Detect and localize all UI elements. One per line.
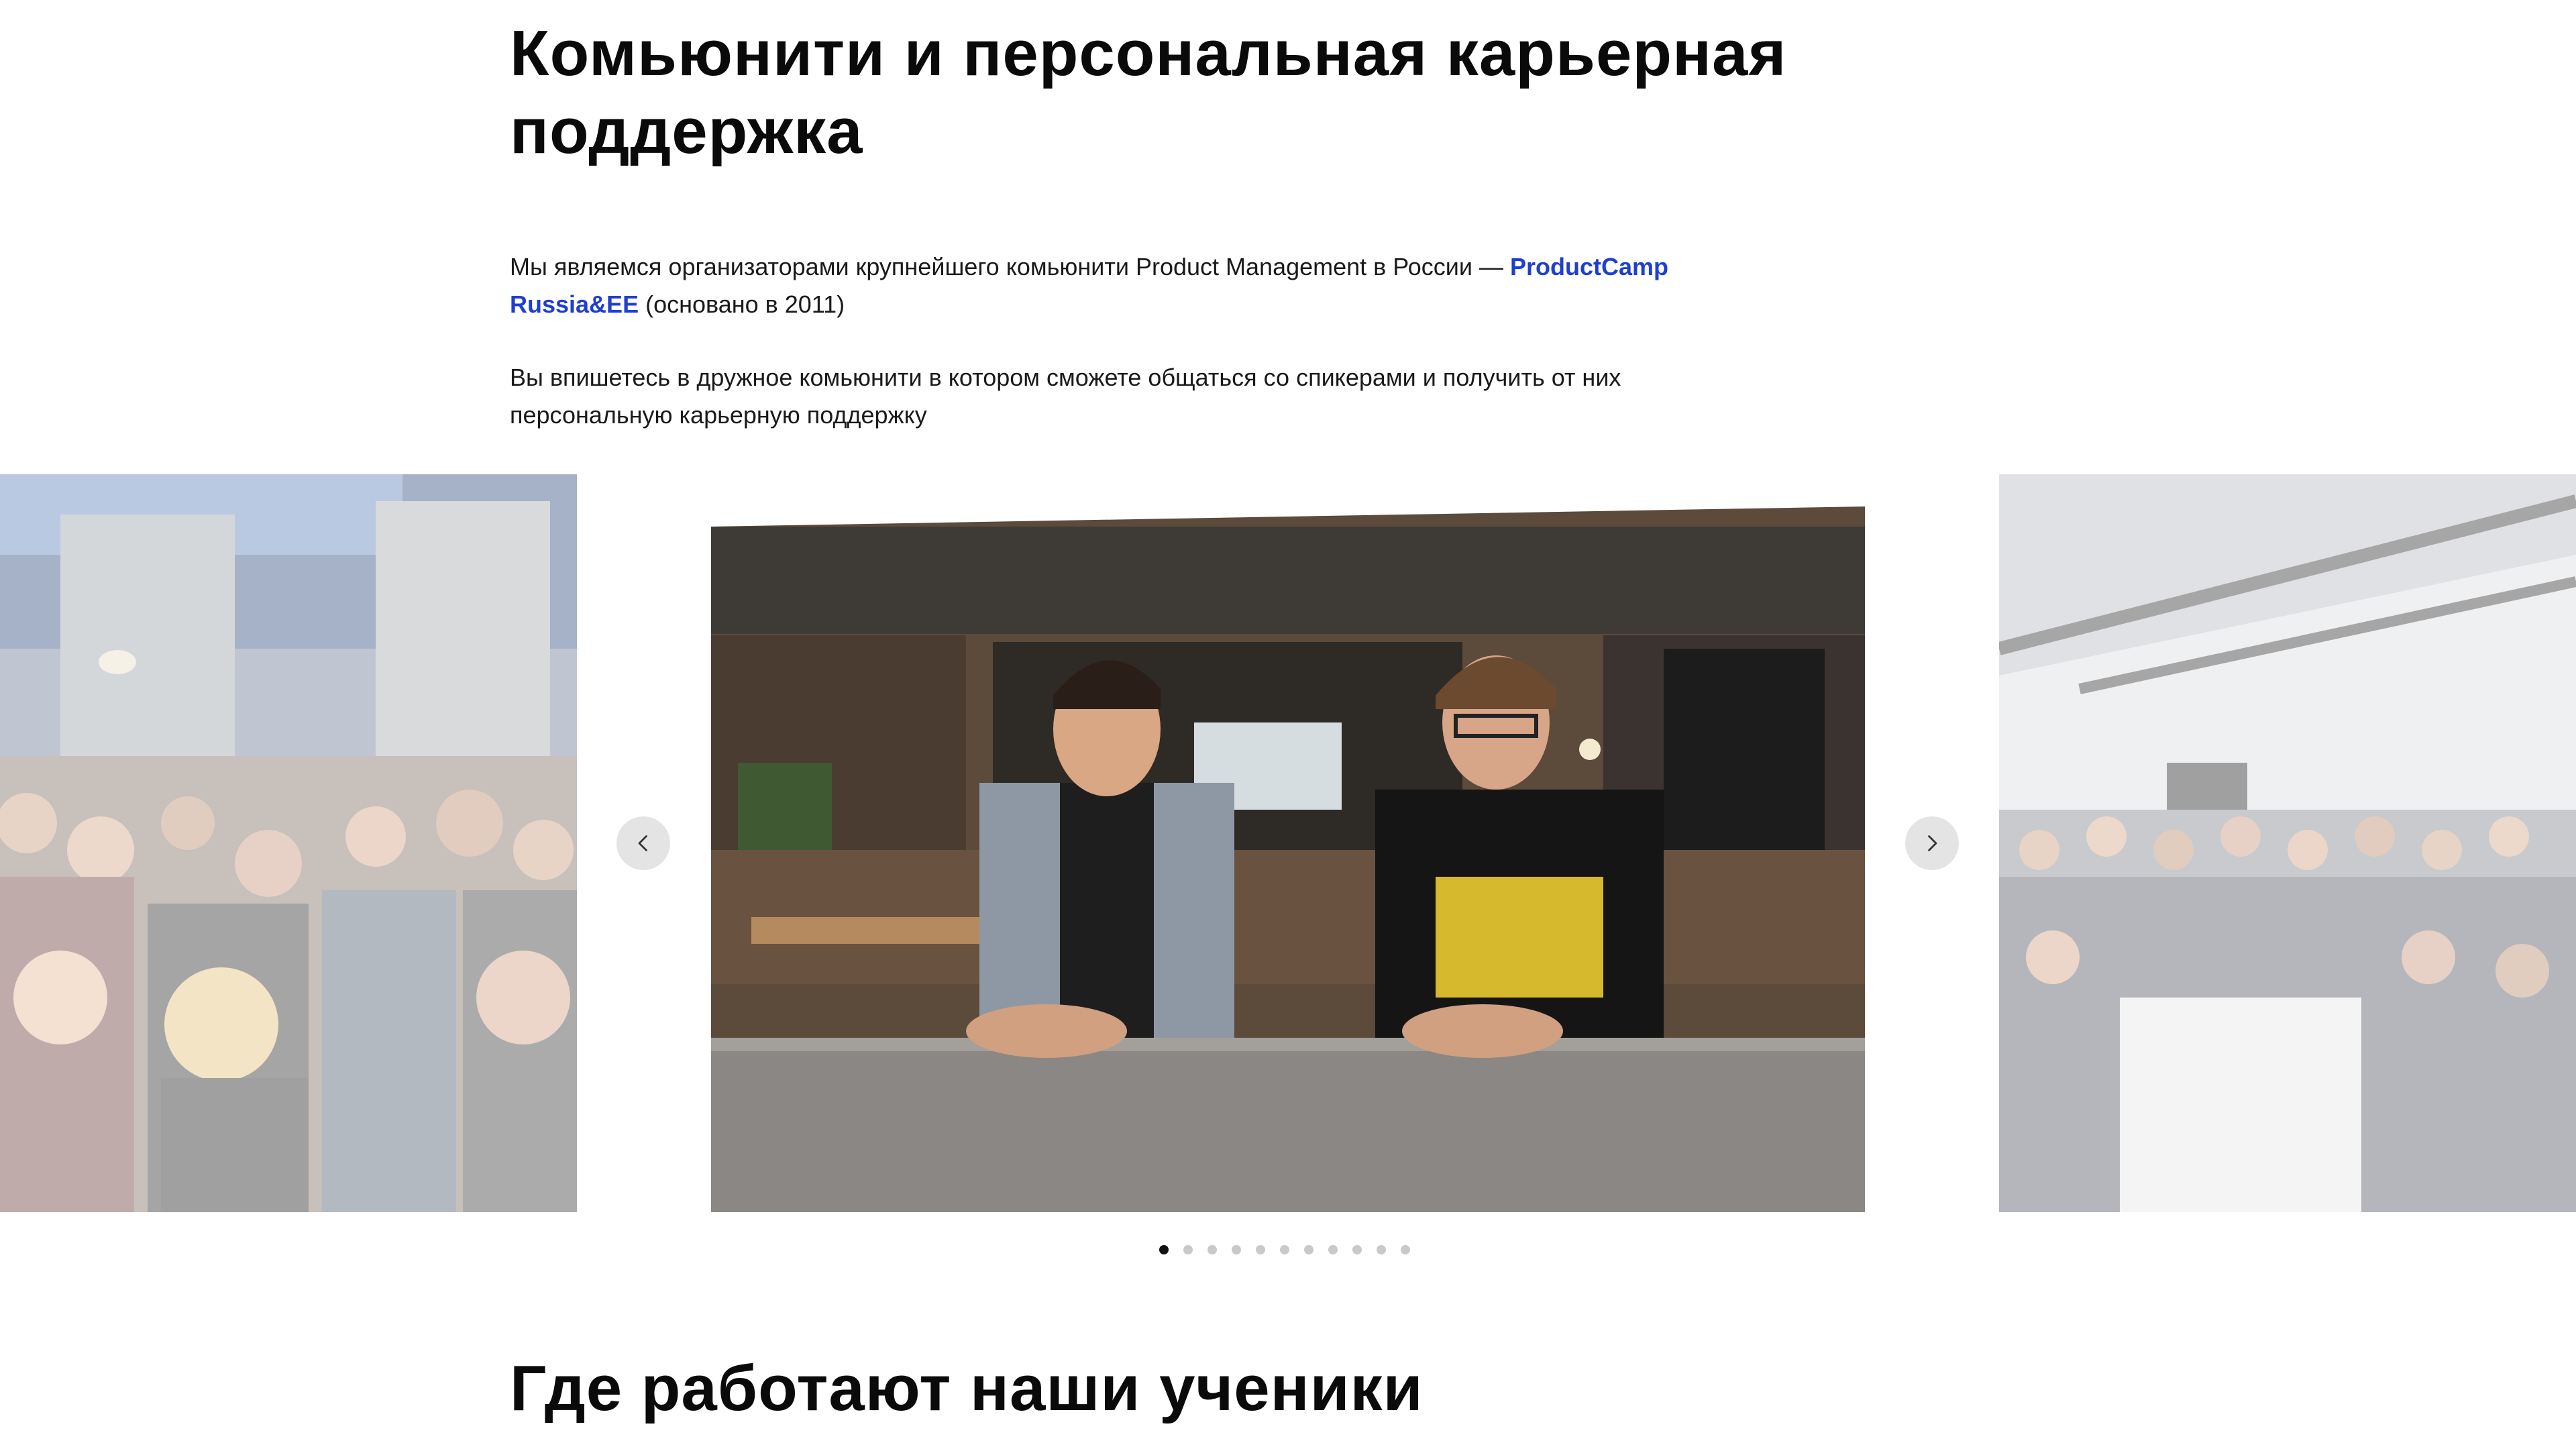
carousel-dot[interactable] (1183, 1245, 1193, 1254)
students-section-title: Где работают наши ученики (510, 1352, 1424, 1424)
chevron-left-icon (638, 835, 647, 851)
photo-carousel[interactable] (0, 474, 2576, 1212)
carousel-dot[interactable] (1232, 1245, 1241, 1254)
carousel-dot[interactable] (1280, 1245, 1289, 1254)
carousel-pagination (1159, 1243, 1425, 1256)
slide-group-photo[interactable] (1999, 474, 2576, 1212)
carousel-dot[interactable] (1352, 1245, 1362, 1254)
community-section-title: Комьюнити и персональная карьерная подде… (510, 17, 1787, 167)
chevron-right-icon (1928, 835, 1937, 851)
carousel-dot[interactable] (1377, 1245, 1386, 1254)
slide-two-speakers[interactable] (711, 474, 1865, 1212)
carousel-prev-button[interactable] (616, 816, 670, 870)
group-photo (1999, 474, 2576, 1212)
page: Комьюнити и персональная карьерная подде… (0, 0, 2576, 1449)
carousel-dot[interactable] (1256, 1245, 1265, 1254)
carousel-dot[interactable] (1208, 1245, 1217, 1254)
carousel-dot[interactable] (1401, 1245, 1410, 1254)
carousel-dot[interactable] (1159, 1245, 1169, 1254)
two-speakers-photo (711, 474, 1865, 1212)
carousel-dot[interactable] (1304, 1245, 1313, 1254)
intro-text-before-link: Мы являемся организаторами крупнейшего к… (510, 253, 1510, 280)
carousel-next-button[interactable] (1905, 816, 1959, 870)
community-intro-paragraph: Мы являемся организаторами крупнейшего к… (510, 248, 1704, 323)
carousel-dot[interactable] (1328, 1245, 1338, 1254)
intro-text-after-link: (основано в 2011) (639, 290, 845, 318)
community-support-paragraph: Вы впишетесь в дружное комьюнити в котор… (510, 364, 1621, 429)
slide-conference-audience[interactable] (0, 474, 577, 1212)
conference-audience-photo (0, 474, 577, 1212)
